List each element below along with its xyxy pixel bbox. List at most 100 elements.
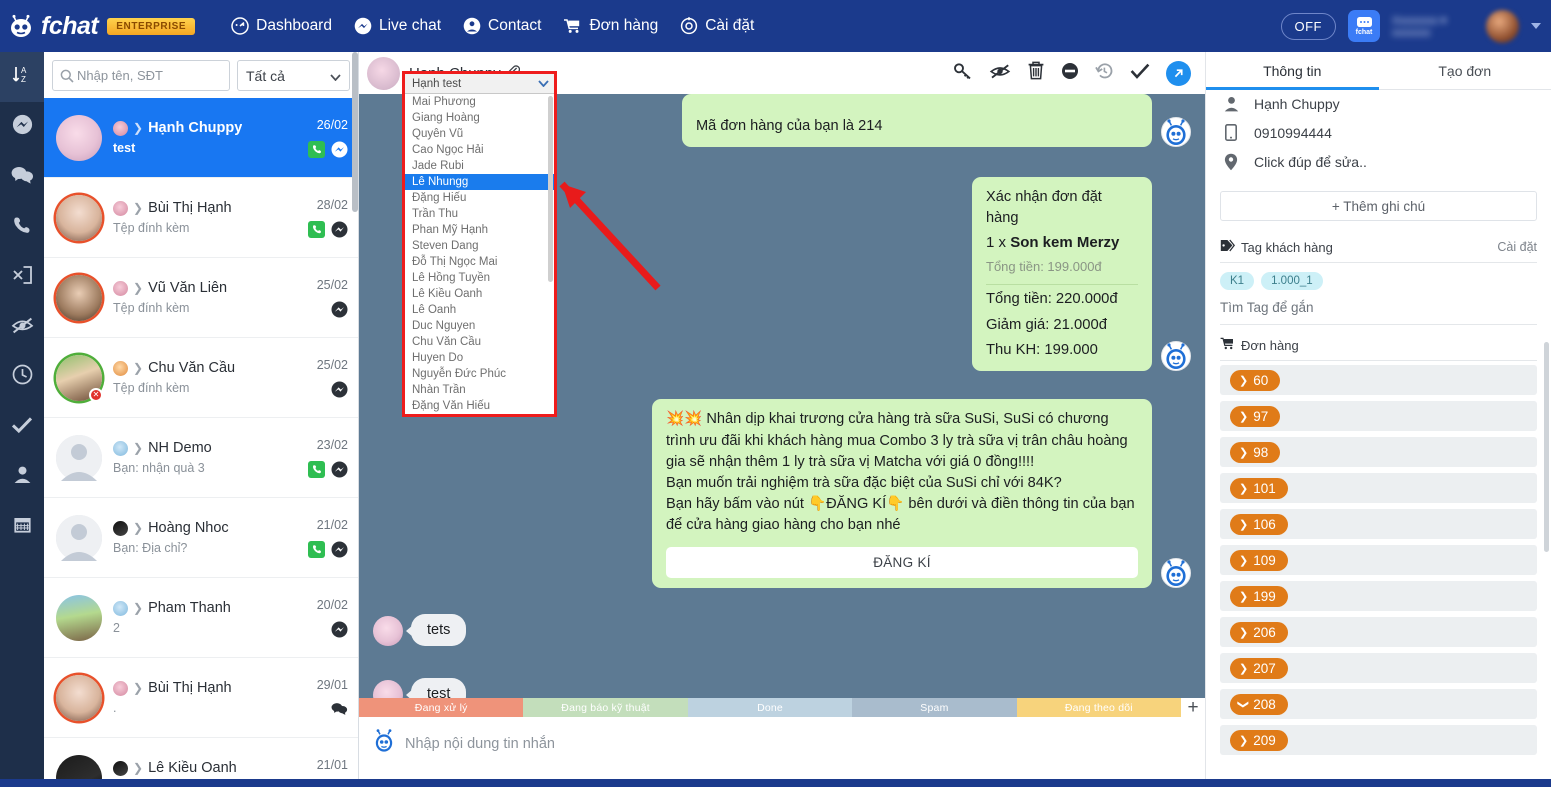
- order-id-pill[interactable]: ❯ 207: [1230, 657, 1288, 679]
- promo-signup-button[interactable]: ĐĂNG KÍ: [666, 547, 1138, 579]
- conversation-item[interactable]: ❯ Vũ Văn Liên Tệp đính kèm 25/02: [44, 258, 358, 338]
- dropdown-option[interactable]: Duc Nguyen: [405, 318, 554, 334]
- dropdown-option[interactable]: Giang Hoàng: [405, 110, 554, 126]
- external-link-icon[interactable]: [1166, 60, 1191, 86]
- rail-item-phone[interactable]: [0, 202, 44, 252]
- eye-slash-icon[interactable]: [989, 62, 1011, 85]
- dropdown-option[interactable]: Lê Oanh: [405, 302, 554, 318]
- dropdown-option[interactable]: Jade Rubi: [405, 158, 554, 174]
- order-row[interactable]: ❯ 106: [1220, 509, 1537, 539]
- brand-logo-group[interactable]: fchat ENTERPRISE: [8, 12, 196, 41]
- right-panel-scrollbar[interactable]: [1544, 342, 1549, 552]
- order-id-pill[interactable]: ❯ 199: [1230, 585, 1288, 607]
- conversation-item[interactable]: ❯ Hạnh Chuppy test 26/02: [44, 98, 358, 178]
- avatar[interactable]: [367, 56, 400, 90]
- dropdown-option[interactable]: Cao Ngọc Hải: [405, 142, 554, 158]
- fchat-app-icon[interactable]: fchat: [1348, 10, 1380, 42]
- off-toggle[interactable]: OFF: [1280, 12, 1336, 40]
- order-id-pill[interactable]: ❯ 98: [1230, 441, 1281, 463]
- dropdown-option[interactable]: Nguyễn Đức Phúc: [405, 366, 554, 382]
- right-panel-tab[interactable]: Thông tin: [1206, 52, 1379, 90]
- order-row[interactable]: ❯ 98: [1220, 437, 1537, 467]
- conversation-item[interactable]: ❯ NH Demo Bạn: nhận quà 3 23/02: [44, 418, 358, 498]
- nav-item-don-hang[interactable]: Đơn hàng: [563, 17, 658, 35]
- order-id-pill[interactable]: ❯ 97: [1230, 405, 1281, 427]
- order-row[interactable]: ❯ 207: [1220, 653, 1537, 683]
- rail-item-clock[interactable]: [0, 352, 44, 402]
- dropdown-scrollbar[interactable]: [548, 96, 553, 282]
- chevron-down-icon[interactable]: [1531, 23, 1541, 29]
- dropdown-option[interactable]: Quyên Vũ: [405, 126, 554, 142]
- nav-item-contact[interactable]: Contact: [463, 17, 541, 35]
- status-tab[interactable]: Done: [687, 698, 853, 717]
- dropdown-option[interactable]: Đặng Văn Hiếu: [405, 398, 554, 414]
- dropdown-option[interactable]: Steven Dang: [405, 238, 554, 254]
- order-row[interactable]: ❯ 101: [1220, 473, 1537, 503]
- order-id-pill[interactable]: ❯ 206: [1230, 621, 1288, 643]
- dropdown-option[interactable]: Đỗ Thị Ngọc Mai: [405, 254, 554, 270]
- nav-item-cai-dat[interactable]: Cài đặt: [680, 17, 754, 35]
- phone-badge-icon[interactable]: [308, 540, 325, 558]
- dropdown-option[interactable]: Lê Hồng Tuyền: [405, 270, 554, 286]
- status-tab[interactable]: Đang theo dõi: [1016, 698, 1182, 717]
- messenger-badge-icon[interactable]: [331, 301, 348, 318]
- rail-item-sort-az[interactable]: AZ: [0, 52, 44, 102]
- dropdown-option[interactable]: Nhàn Trần: [405, 382, 554, 398]
- messenger-badge-icon[interactable]: [331, 141, 348, 158]
- status-tab[interactable]: Spam: [852, 698, 1017, 717]
- conversation-item[interactable]: ❯ Bùi Thị Hạnh. 29/01: [44, 658, 358, 738]
- order-row[interactable]: ❯ 209: [1220, 725, 1537, 755]
- dropdown-option[interactable]: Đặng Hiếu: [405, 190, 554, 206]
- right-panel-tab[interactable]: Tạo đơn: [1379, 52, 1551, 89]
- rail-item-check[interactable]: [0, 402, 44, 452]
- order-id-pill[interactable]: ❯ 109: [1230, 549, 1288, 571]
- history-icon[interactable]: [1095, 62, 1114, 85]
- messenger-badge-icon[interactable]: [331, 461, 348, 478]
- order-id-pill[interactable]: ❯ 208: [1230, 693, 1288, 715]
- rail-item-calendar[interactable]: [0, 502, 44, 552]
- messenger-badge-icon[interactable]: [331, 541, 348, 558]
- nav-item-live-chat[interactable]: Live chat: [354, 17, 441, 35]
- messenger-badge-icon[interactable]: [331, 621, 348, 638]
- order-row[interactable]: ❯ 60: [1220, 365, 1537, 395]
- dropdown-option-list[interactable]: Mai Phương Giang Hoàng Quyên Vũ Cao Ngọc Hả…: [405, 94, 554, 414]
- add-status-tab-button[interactable]: +: [1181, 697, 1205, 718]
- avatar[interactable]: [1486, 9, 1519, 43]
- trash-icon[interactable]: [1027, 61, 1045, 85]
- order-row[interactable]: ❯ 208: [1220, 689, 1537, 719]
- block-icon[interactable]: [1061, 62, 1079, 85]
- status-tab-bar[interactable]: Đang xử lý Đang báo kỹ thuật Done Spam Đang …: [359, 697, 1205, 718]
- composer-input-row[interactable]: Nhập nội dung tin nhắn: [359, 717, 1205, 758]
- order-id-pill[interactable]: ❯ 60: [1230, 369, 1281, 391]
- tag-search-input[interactable]: Tìm Tag để gắn: [1220, 300, 1537, 325]
- rail-item-messenger[interactable]: [0, 102, 44, 152]
- dropdown-option[interactable]: Lê Kiều Oanh: [405, 286, 554, 302]
- dropdown-option[interactable]: Mai Phương: [405, 94, 554, 110]
- messenger-badge-icon[interactable]: [331, 221, 348, 238]
- order-id-pill[interactable]: ❯ 209: [1230, 729, 1288, 751]
- customer-address[interactable]: Click đúp để sửa..: [1254, 154, 1367, 170]
- dropdown-option[interactable]: Lê Nhungg: [405, 174, 554, 190]
- order-row[interactable]: ❯ 97: [1220, 401, 1537, 431]
- status-tab[interactable]: Đang báo kỹ thuật: [523, 698, 688, 717]
- conversation-filter-select[interactable]: Tất cả: [237, 60, 350, 91]
- chevron-down-icon[interactable]: [538, 78, 549, 90]
- rail-item-close-window[interactable]: [0, 252, 44, 302]
- conversation-list[interactable]: ❯ Hạnh Chuppy test 26/02 ❯ Bùi Thị Hạnh Tệp đí…: [44, 98, 358, 787]
- contact-select-dropdown[interactable]: Hạnh test Mai Phương Giang Hoàng Quyên Vũ C…: [402, 71, 557, 417]
- tag-settings-link[interactable]: Cài đặt: [1497, 240, 1537, 254]
- order-id-pill[interactable]: ❯ 106: [1230, 513, 1288, 535]
- dropdown-selected-value-row[interactable]: Hạnh test: [405, 74, 554, 94]
- customer-tags[interactable]: K1 1.000_1: [1206, 263, 1551, 290]
- search-input[interactable]: Nhập tên, SĐT: [52, 60, 230, 91]
- phone-badge-icon[interactable]: [308, 460, 325, 478]
- status-tab[interactable]: Đang xử lý: [359, 698, 524, 717]
- order-row[interactable]: ❯ 206: [1220, 617, 1537, 647]
- messenger-badge-icon[interactable]: [331, 381, 348, 398]
- customer-tag[interactable]: K1: [1220, 272, 1255, 290]
- add-note-button[interactable]: + Thêm ghi chú: [1220, 191, 1537, 221]
- rail-item-user[interactable]: [0, 452, 44, 502]
- dropdown-option[interactable]: Phan Mỹ Hạnh: [405, 222, 554, 238]
- conversation-item[interactable]: ❯ Pham Thanh 2 20/02: [44, 578, 358, 658]
- rail-item-comments[interactable]: [0, 152, 44, 202]
